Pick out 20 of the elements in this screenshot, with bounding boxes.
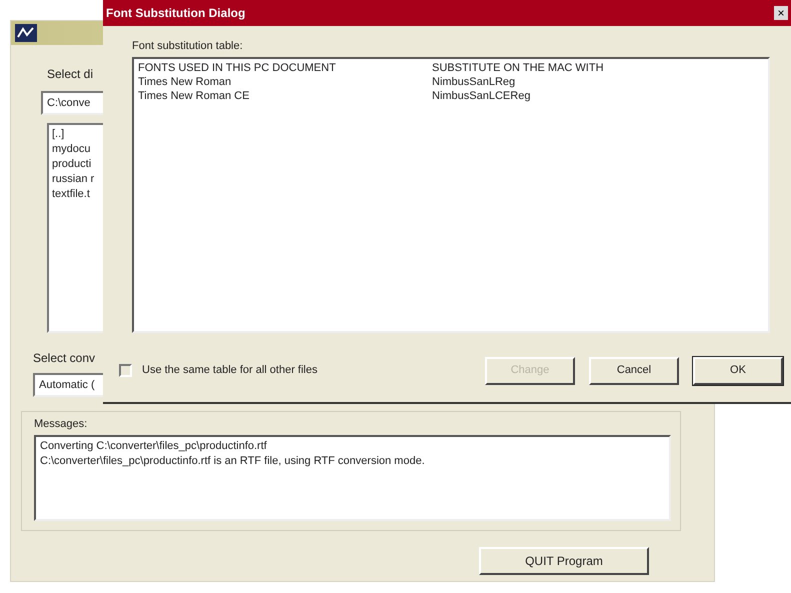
table-cell: NimbusSanLReg <box>432 74 516 88</box>
quit-button[interactable]: QUIT Program <box>479 547 649 575</box>
checkbox-label: Use the same table for all other files <box>142 363 318 378</box>
message-line: Converting C:\converter\files_pc\productinfo.rtf <box>40 438 268 454</box>
group-label: Messages: <box>34 417 88 432</box>
column-header: SUBSTITUTE ON THE MAC WITH <box>432 60 604 74</box>
table-label: Font substitution table: <box>132 39 243 54</box>
message-line: C:\converter\files_pc\productinfo.rtf is an RTF file, using RTF conversion mode. <box>40 454 426 468</box>
dialog-button[interactable]: Cancel <box>589 356 679 384</box>
column-header: FONTS USED IN THIS PC DOCUMENT <box>138 60 337 74</box>
checkbox[interactable] <box>119 364 132 377</box>
field-label: Select di <box>47 66 94 83</box>
close-button[interactable]: × <box>774 6 788 20</box>
app-icon <box>15 24 37 42</box>
dialog-title: Font Substitution Dialog <box>106 5 246 22</box>
field-label: Select conv <box>33 350 96 367</box>
table-cell-text: Times New Roman <box>138 74 232 88</box>
table-cell-text: Times New Roman CE <box>138 88 250 102</box>
dialog-button[interactable]: OK <box>693 356 783 384</box>
table-cell: NimbusSanLCEReg <box>432 88 530 102</box>
